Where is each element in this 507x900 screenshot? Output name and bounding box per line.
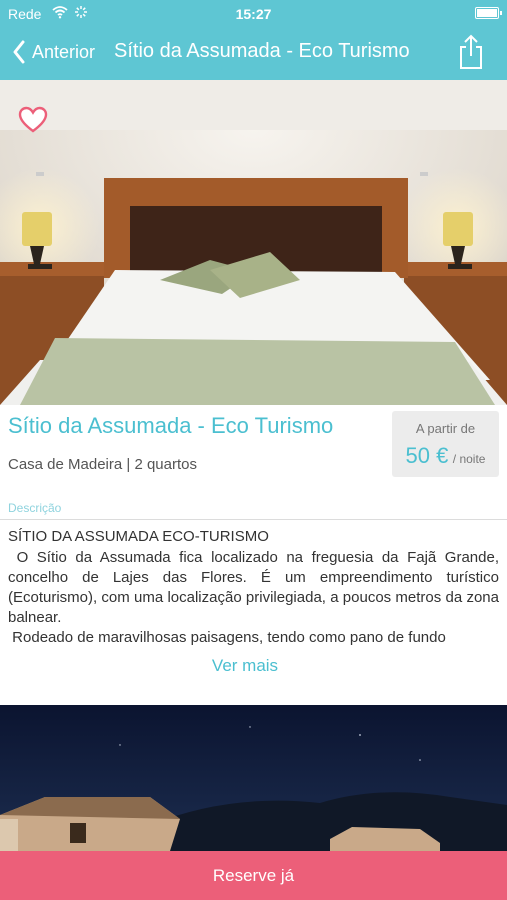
nav-title: Sítio da Assumada - Eco Turismo <box>114 40 410 62</box>
status-time: 15:27 <box>235 6 272 22</box>
place-title: Sítio da Assumada - Eco Turismo <box>8 413 334 438</box>
divider <box>0 519 507 520</box>
favorite-button[interactable] <box>18 106 48 134</box>
navigation-bar: Anterior Sítio da Assumada - Eco Turismo <box>0 26 507 80</box>
heart-icon <box>18 106 48 133</box>
battery-icon <box>475 7 502 19</box>
see-more-link[interactable]: Ver mais <box>0 656 490 676</box>
back-button[interactable]: Anterior <box>12 36 95 68</box>
app-header: Rede 15:27 Anterior Sítio da Assumada - … <box>0 0 507 80</box>
listing-info: Sítio da Assumada - Eco Turismo Casa de … <box>0 405 507 500</box>
price-value: 50 € <box>405 443 449 468</box>
place-subtitle: Casa de Madeira | 2 quartos <box>8 456 198 473</box>
price-unit: / noite <box>452 452 486 466</box>
hero-photo <box>0 80 507 405</box>
night-house-photo <box>0 705 507 851</box>
reserve-button[interactable]: Reserve já <box>0 851 507 900</box>
share-button[interactable] <box>457 34 485 70</box>
price-box: A partir de 50 € / noite <box>392 411 499 477</box>
chevron-left-icon <box>13 40 25 64</box>
back-label: Anterior <box>32 41 96 62</box>
price-line: 50 € / noite <box>392 443 499 469</box>
share-icon <box>460 34 482 69</box>
gallery-photo <box>0 705 507 851</box>
bedroom-photo <box>0 80 507 405</box>
description-body: O Sítio da Assumada fica localizado na f… <box>8 549 499 646</box>
description-label: Descrição <box>8 501 62 515</box>
status-bar: Rede 15:27 <box>0 0 507 26</box>
price-from-label: A partir de <box>415 421 476 436</box>
description-heading: SÍTIO DA ASSUMADA ECO-TURISMO <box>8 528 269 545</box>
